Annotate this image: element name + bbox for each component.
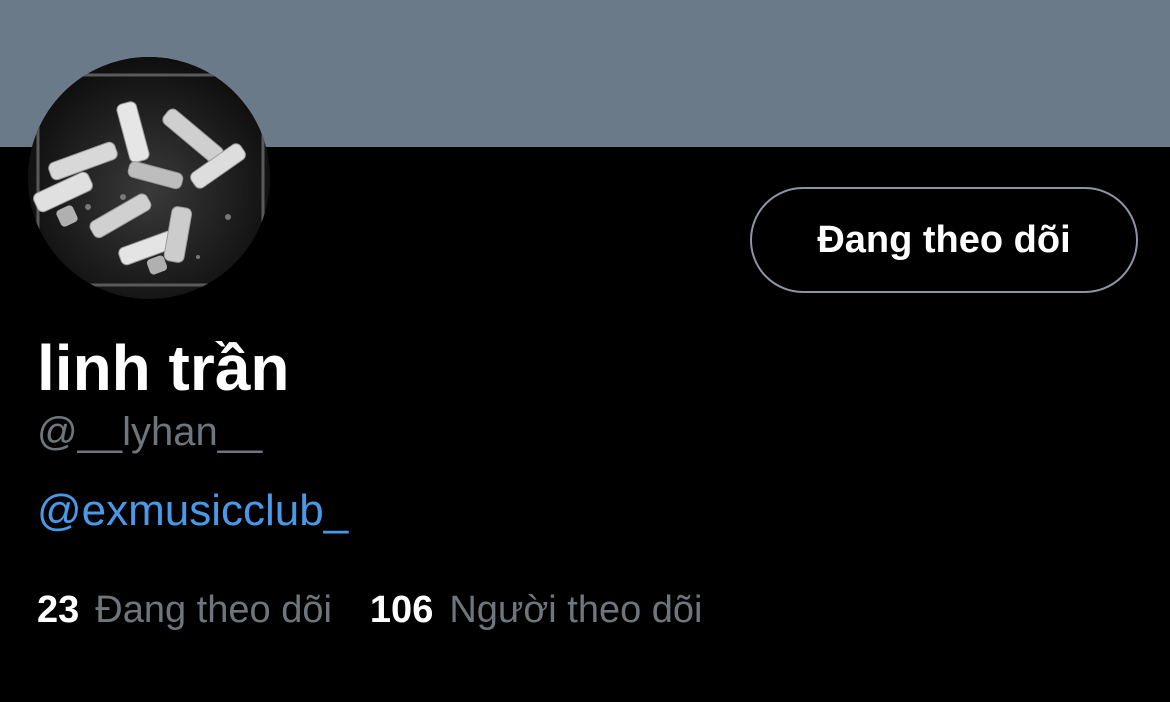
followers-stat[interactable]: 106 Người theo dõi — [370, 584, 703, 636]
following-count: 23 — [37, 589, 80, 631]
display-name: linh trần — [37, 332, 290, 404]
following-button[interactable]: Đang theo dõi — [750, 187, 1138, 293]
following-stat[interactable]: 23 Đang theo dõi — [37, 584, 332, 636]
user-handle: @__lyhan__ — [37, 410, 263, 454]
bio-mention-link[interactable]: @exmusicclub_ — [37, 483, 348, 539]
avatar[interactable] — [28, 57, 270, 299]
followers-label: Người theo dõi — [449, 589, 703, 631]
profile-stats: 23 Đang theo dõi 106 Người theo dõi — [37, 584, 703, 636]
avatar-photo — [28, 57, 270, 299]
following-label: Đang theo dõi — [95, 589, 332, 631]
followers-count: 106 — [369, 589, 434, 631]
